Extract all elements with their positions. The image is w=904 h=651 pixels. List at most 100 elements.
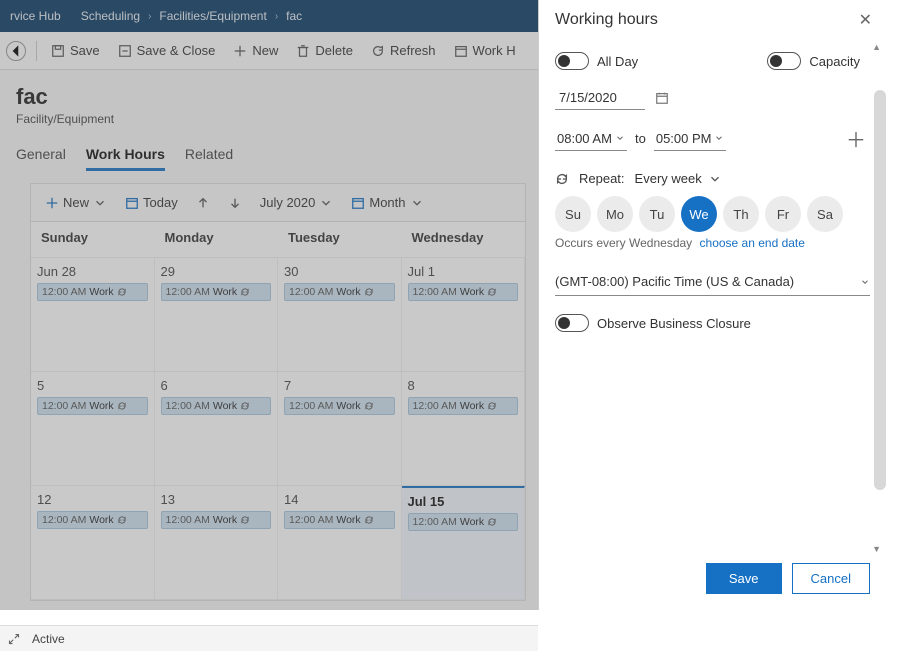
- event-chip[interactable]: 12:00 AMWork: [284, 397, 395, 415]
- event-chip[interactable]: 12:00 AMWork: [284, 511, 395, 529]
- cal-month-select[interactable]: July 2020: [256, 192, 338, 213]
- event-chip[interactable]: 12:00 AMWork: [284, 283, 395, 301]
- calendar-date: Jul 15: [408, 494, 519, 509]
- calendar-cell[interactable]: Jun 2812:00 AMWork: [31, 258, 155, 371]
- plus-icon: [233, 44, 247, 58]
- calendar-date: 29: [161, 264, 272, 279]
- dow-th[interactable]: Th: [723, 196, 759, 232]
- refresh-icon: [371, 44, 385, 58]
- event-chip[interactable]: 12:00 AMWork: [408, 397, 519, 415]
- dow-we[interactable]: We: [681, 196, 717, 232]
- repeat-icon: [555, 172, 569, 186]
- calendar-cell[interactable]: Jul 15 12:00 AMWork: [402, 486, 526, 599]
- calendar-date: 7: [284, 378, 395, 393]
- end-time-select[interactable]: 05:00 PM: [654, 127, 726, 151]
- calendar-cell[interactable]: 612:00 AMWork: [155, 372, 279, 485]
- save-close-button[interactable]: Save & Close: [110, 39, 224, 62]
- timezone-select[interactable]: (GMT-08:00) Pacific Time (US & Canada): [555, 268, 870, 296]
- event-chip[interactable]: 12:00 AMWork: [37, 397, 148, 415]
- cal-col-header: Monday: [155, 222, 279, 257]
- event-chip[interactable]: 12:00 AMWork: [408, 283, 519, 301]
- back-button[interactable]: [6, 41, 26, 61]
- calendar-date: 8: [408, 378, 519, 393]
- save-button[interactable]: Save: [43, 39, 108, 62]
- event-chip[interactable]: 12:00 AMWork: [37, 283, 148, 301]
- scroll-up-icon[interactable]: ▲: [872, 42, 881, 52]
- start-time-select[interactable]: 08:00 AM: [555, 127, 627, 151]
- calendar-cell[interactable]: Jul 1 12:00 AMWork: [402, 258, 526, 371]
- to-label: to: [635, 131, 646, 146]
- observe-closure-toggle[interactable]: [555, 314, 589, 332]
- calendar-date: 14: [284, 492, 395, 507]
- cal-view-select[interactable]: Month: [347, 192, 427, 213]
- event-chip[interactable]: 12:00 AMWork: [37, 511, 148, 529]
- cal-today-button[interactable]: Today: [121, 192, 182, 213]
- dow-sa[interactable]: Sa: [807, 196, 843, 232]
- delete-button[interactable]: Delete: [288, 39, 361, 62]
- panel-title: Working hours: [555, 11, 658, 29]
- working-hours-panel: Working hours ✕ ▲ All Day Capacity 08:00…: [538, 0, 886, 610]
- arrow-down-icon: [228, 196, 242, 210]
- breadcrumb-sep: ›: [148, 11, 151, 22]
- event-chip[interactable]: 12:00 AMWork: [161, 397, 272, 415]
- calendar-date: 5: [37, 378, 148, 393]
- calendar-cell[interactable]: 1312:00 AMWork: [155, 486, 279, 599]
- event-chip[interactable]: 12:00 AMWork: [161, 511, 272, 529]
- save-close-icon: [118, 44, 132, 58]
- tab-general[interactable]: General: [16, 140, 66, 171]
- scroll-down-icon[interactable]: ▼: [872, 544, 881, 554]
- cal-col-header: Wednesday: [402, 222, 526, 257]
- cancel-button[interactable]: Cancel: [792, 563, 870, 594]
- refresh-button[interactable]: Refresh: [363, 39, 444, 62]
- event-chip[interactable]: 12:00 AMWork: [161, 283, 272, 301]
- expand-icon[interactable]: [8, 633, 20, 645]
- dow-fr[interactable]: Fr: [765, 196, 801, 232]
- all-day-toggle[interactable]: All Day: [555, 52, 638, 70]
- calendar-cell[interactable]: 3012:00 AMWork: [278, 258, 402, 371]
- work-hours-button[interactable]: Work H: [446, 39, 524, 62]
- repeat-select[interactable]: Every week: [635, 171, 722, 186]
- calendar-cell[interactable]: 5 12:00 AMWork: [31, 372, 155, 485]
- choose-end-date-link[interactable]: choose an end date: [700, 236, 805, 250]
- command-bar: Save Save & Close New Delete Refresh Wor…: [0, 32, 538, 70]
- observe-closure-label: Observe Business Closure: [597, 316, 751, 331]
- plus-icon: [45, 196, 59, 210]
- capacity-toggle[interactable]: Capacity: [767, 52, 860, 70]
- event-chip[interactable]: 12:00 AMWork: [408, 513, 519, 531]
- calendar-cell[interactable]: 8 12:00 AMWork: [402, 372, 526, 485]
- calendar-body: Jun 2812:00 AMWork2912:00 AMWork3012:00 …: [31, 258, 525, 600]
- calendar-cell[interactable]: 7 12:00 AMWork: [278, 372, 402, 485]
- calendar-icon[interactable]: [655, 91, 669, 105]
- date-input[interactable]: [555, 86, 645, 110]
- chevron-down-icon: [93, 196, 107, 210]
- calendar-cell[interactable]: 14 12:00 AMWork: [278, 486, 402, 599]
- cal-next-button[interactable]: [224, 193, 246, 213]
- breadcrumb-item[interactable]: Facilities/Equipment: [159, 9, 266, 23]
- tab-work-hours[interactable]: Work Hours: [86, 140, 165, 171]
- tabs: General Work Hours Related: [16, 140, 522, 171]
- add-time-button[interactable]: ＋: [842, 124, 870, 153]
- hub-name: rvice Hub: [10, 9, 61, 23]
- calendar-cell[interactable]: 29 12:00 AMWork: [155, 258, 279, 371]
- calendar-date: 12: [37, 492, 148, 507]
- dow-su[interactable]: Su: [555, 196, 591, 232]
- dow-tu[interactable]: Tu: [639, 196, 675, 232]
- save-button[interactable]: Save: [706, 563, 782, 594]
- chevron-down-icon: [319, 196, 333, 210]
- scrollbar-thumb[interactable]: [874, 90, 886, 490]
- close-button[interactable]: ✕: [859, 10, 872, 30]
- breadcrumb-item[interactable]: fac: [286, 9, 302, 23]
- dow-mo[interactable]: Mo: [597, 196, 633, 232]
- cal-new-button[interactable]: New: [41, 192, 111, 213]
- calendar-icon: [351, 196, 365, 210]
- breadcrumb-item[interactable]: Scheduling: [81, 9, 140, 23]
- calendar-cell[interactable]: 12 12:00 AMWork: [31, 486, 155, 599]
- calendar-header: Sunday Monday Tuesday Wednesday: [31, 222, 525, 258]
- calendar-date: Jul 1: [408, 264, 519, 279]
- page-subtitle: Facility/Equipment: [16, 112, 522, 126]
- page-title: fac: [16, 84, 522, 110]
- arrow-up-icon: [196, 196, 210, 210]
- tab-related[interactable]: Related: [185, 140, 233, 171]
- new-button[interactable]: New: [225, 39, 286, 62]
- cal-prev-button[interactable]: [192, 193, 214, 213]
